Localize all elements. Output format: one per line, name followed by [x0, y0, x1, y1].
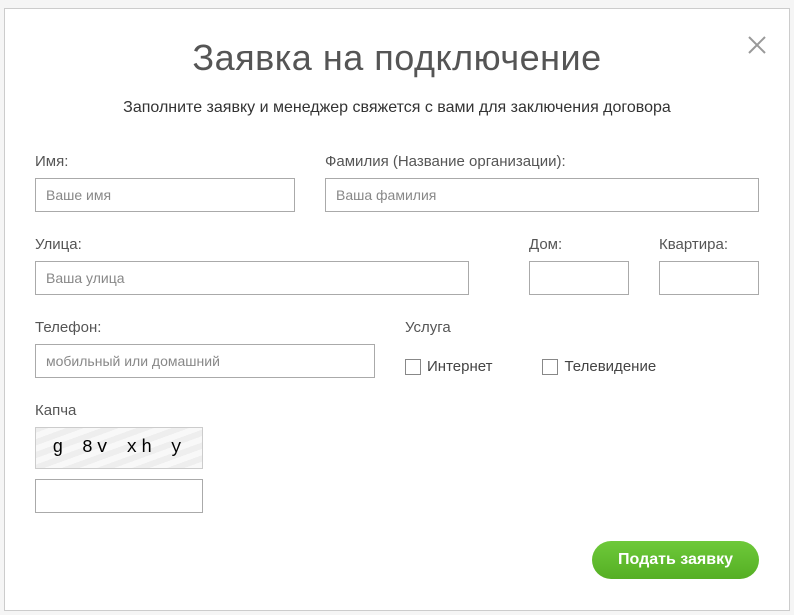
phone-input[interactable]: [35, 344, 375, 378]
service-label: Услуга: [405, 319, 759, 336]
name-input[interactable]: [35, 178, 295, 212]
connection-request-modal: Заявка на подключение Заполните заявку и…: [4, 8, 790, 611]
captcha-input[interactable]: [35, 479, 203, 513]
street-label: Улица:: [35, 236, 469, 253]
tv-checkbox-label: Телевидение: [564, 358, 656, 375]
internet-checkbox[interactable]: [405, 359, 421, 375]
street-input[interactable]: [35, 261, 469, 295]
internet-checkbox-wrapper[interactable]: Интернет: [405, 358, 492, 375]
tv-checkbox-wrapper[interactable]: Телевидение: [542, 358, 656, 375]
surname-label: Фамилия (Название организации):: [325, 153, 759, 170]
tv-checkbox[interactable]: [542, 359, 558, 375]
submit-button[interactable]: Подать заявку: [592, 541, 759, 579]
modal-subtitle: Заполните заявку и менеджер свяжется с в…: [35, 99, 759, 117]
house-input[interactable]: [529, 261, 629, 295]
close-icon[interactable]: [747, 33, 767, 59]
surname-input[interactable]: [325, 178, 759, 212]
internet-checkbox-label: Интернет: [427, 358, 492, 375]
phone-label: Телефон:: [35, 319, 375, 336]
apartment-input[interactable]: [659, 261, 759, 295]
house-label: Дом:: [529, 236, 629, 253]
captcha-image: g 8v xh y: [35, 427, 203, 469]
modal-title: Заявка на подключение: [35, 37, 759, 79]
apartment-label: Квартира:: [659, 236, 759, 253]
captcha-label: Капча: [35, 402, 759, 419]
name-label: Имя:: [35, 153, 295, 170]
